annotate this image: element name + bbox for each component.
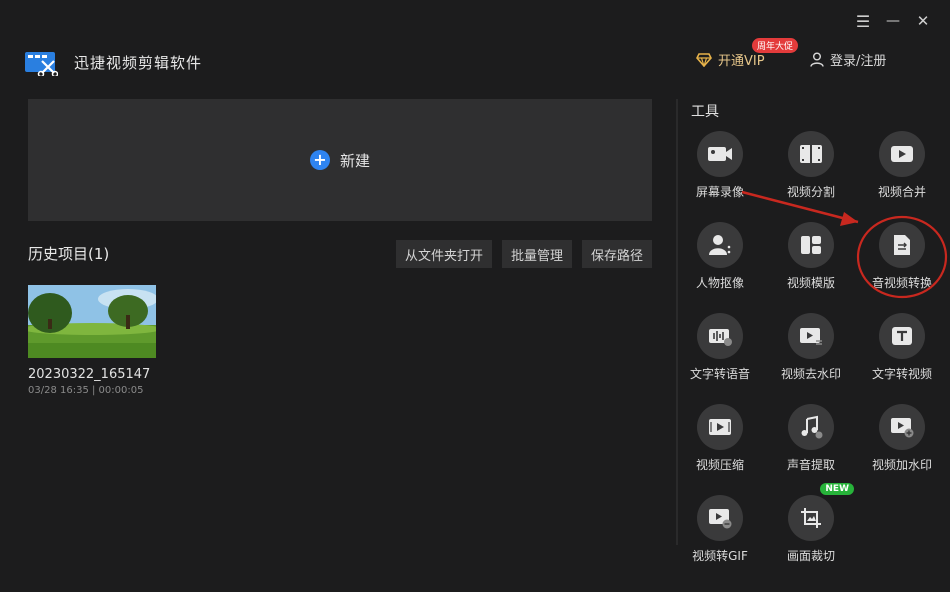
open-folder-button[interactable]: 从文件夹打开 [395,240,492,268]
film-split-icon [788,131,834,177]
tool-video-template[interactable]: 视频模版 [773,222,849,291]
tool-label: 文字转语音 [689,367,750,381]
text-to-speech-icon [697,313,743,359]
window-controls: ☰ — ✕ [854,12,932,31]
new-project-panel[interactable]: + 新建 [28,99,652,221]
play-merge-icon [879,131,925,177]
tool-label: 视频分割 [786,185,835,199]
tool-label: 视频转GIF [692,549,748,563]
tool-label: 视频合并 [877,185,926,199]
new-tag: NEW [820,483,854,495]
tool-text-to-video[interactable]: 文字转视频 [864,313,940,382]
project-meta: 03/28 16:35 | 00:00:05 [28,385,144,396]
history-actions: 从文件夹打开 批量管理 保存路径 [395,240,652,268]
menu-icon[interactable]: ☰ [854,12,872,31]
tool-label: 画面裁切 [786,549,835,563]
landscape-thumbnail-icon [28,285,156,358]
tool-crop[interactable]: NEW 画面裁切 [773,483,854,564]
tool-av-convert[interactable]: 音视频转换 [864,222,940,291]
project-card[interactable]: 20230322_165147 03/28 16:35 | 00:00:05 [28,285,156,396]
close-icon[interactable]: ✕ [914,12,932,30]
tool-audio-extract[interactable]: 声音提取 [773,404,849,473]
tool-label: 屏幕录像 [695,185,744,199]
tools-title: 工具 [691,104,719,120]
tool-remove-watermark[interactable]: 视频去水印 [773,313,849,382]
history-title: 历史项目(1) [28,245,110,263]
minimize-icon[interactable]: — [884,12,902,30]
audio-extract-icon [788,404,834,450]
template-icon [788,222,834,268]
user-icon [810,52,824,67]
diamond-icon [696,52,712,67]
login-button[interactable]: 登录/注册 [810,50,886,69]
convert-icon [879,222,925,268]
tool-label: 人物抠像 [695,276,744,290]
tool-video-to-gif[interactable]: 视频转GIF [682,495,758,564]
tool-screen-record[interactable]: 屏幕录像 [682,131,758,200]
tool-video-merge[interactable]: 视频合并 [864,131,940,200]
tool-label: 文字转视频 [871,367,932,381]
panel-divider [676,99,678,545]
tool-label: 视频去水印 [780,367,841,381]
app-logo-icon [25,52,58,76]
tool-label: 音视频转换 [871,276,932,290]
login-label: 登录/注册 [830,54,887,69]
gif-icon [697,495,743,541]
plus-icon: + [309,150,330,170]
tool-label: 视频模版 [786,276,835,290]
new-label: 新建 [339,151,370,170]
tool-video-split[interactable]: 视频分割 [773,131,849,200]
tool-label: 声音提取 [786,458,835,472]
project-thumbnail [28,285,156,358]
tool-label: 视频压缩 [695,458,744,472]
app-window: ☰ — ✕ 迅捷视频剪辑软件 开通VIP 周年大促 登录/注册 + 新建 历史项… [0,0,950,592]
tool-add-watermark[interactable]: 视频加水印 [864,404,940,473]
save-path-button[interactable]: 保存路径 [581,240,652,268]
tool-person-cutout[interactable]: 人物抠像 [682,222,758,291]
person-cutout-icon [697,222,743,268]
app-title: 迅捷视频剪辑软件 [74,54,203,72]
add-watermark-icon [879,404,925,450]
batch-manage-button[interactable]: 批量管理 [501,240,572,268]
tool-text-to-speech[interactable]: 文字转语音 [682,313,758,382]
project-name: 20230322_165147 [28,367,151,382]
crop-icon: NEW [788,483,854,541]
text-to-video-icon [879,313,925,359]
promo-badge: 周年大促 [752,38,799,53]
vip-button[interactable]: 开通VIP [696,50,765,69]
tool-video-compress[interactable]: 视频压缩 [682,404,758,473]
remove-watermark-icon [788,313,834,359]
compress-icon [697,404,743,450]
tool-label: 视频加水印 [871,458,932,472]
new-project-button[interactable]: + 新建 [309,150,370,171]
camera-icon [697,131,743,177]
